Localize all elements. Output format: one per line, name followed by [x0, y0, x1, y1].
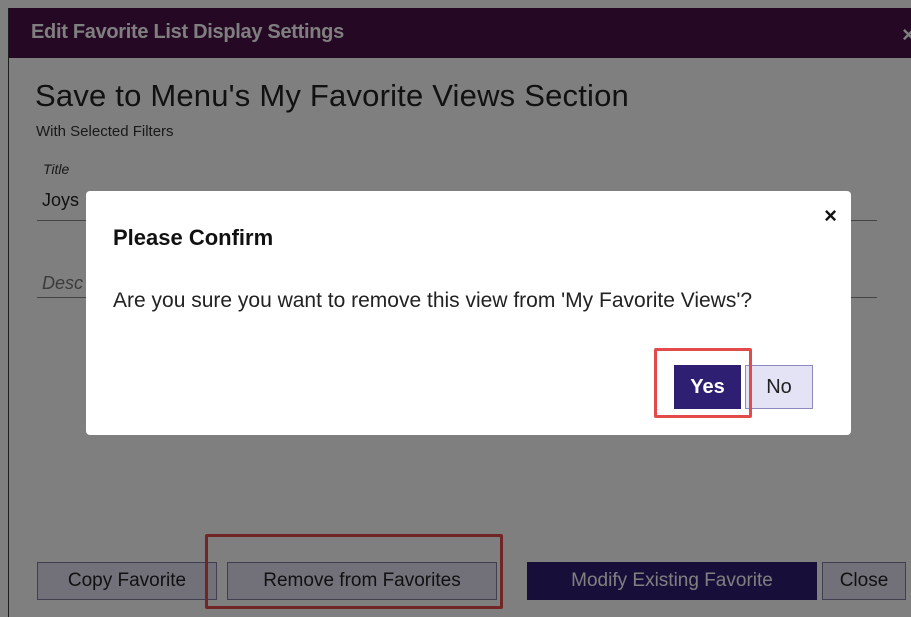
no-button[interactable]: No	[745, 365, 813, 409]
dialog-title: Please Confirm	[113, 225, 274, 250]
yes-button[interactable]: Yes	[674, 365, 741, 409]
confirm-dialog: × Please Confirm Are you sure you want t…	[86, 191, 851, 435]
dialog-close-icon[interactable]: ×	[824, 203, 837, 229]
dialog-message: Are you sure you want to remove this vie…	[113, 289, 753, 312]
